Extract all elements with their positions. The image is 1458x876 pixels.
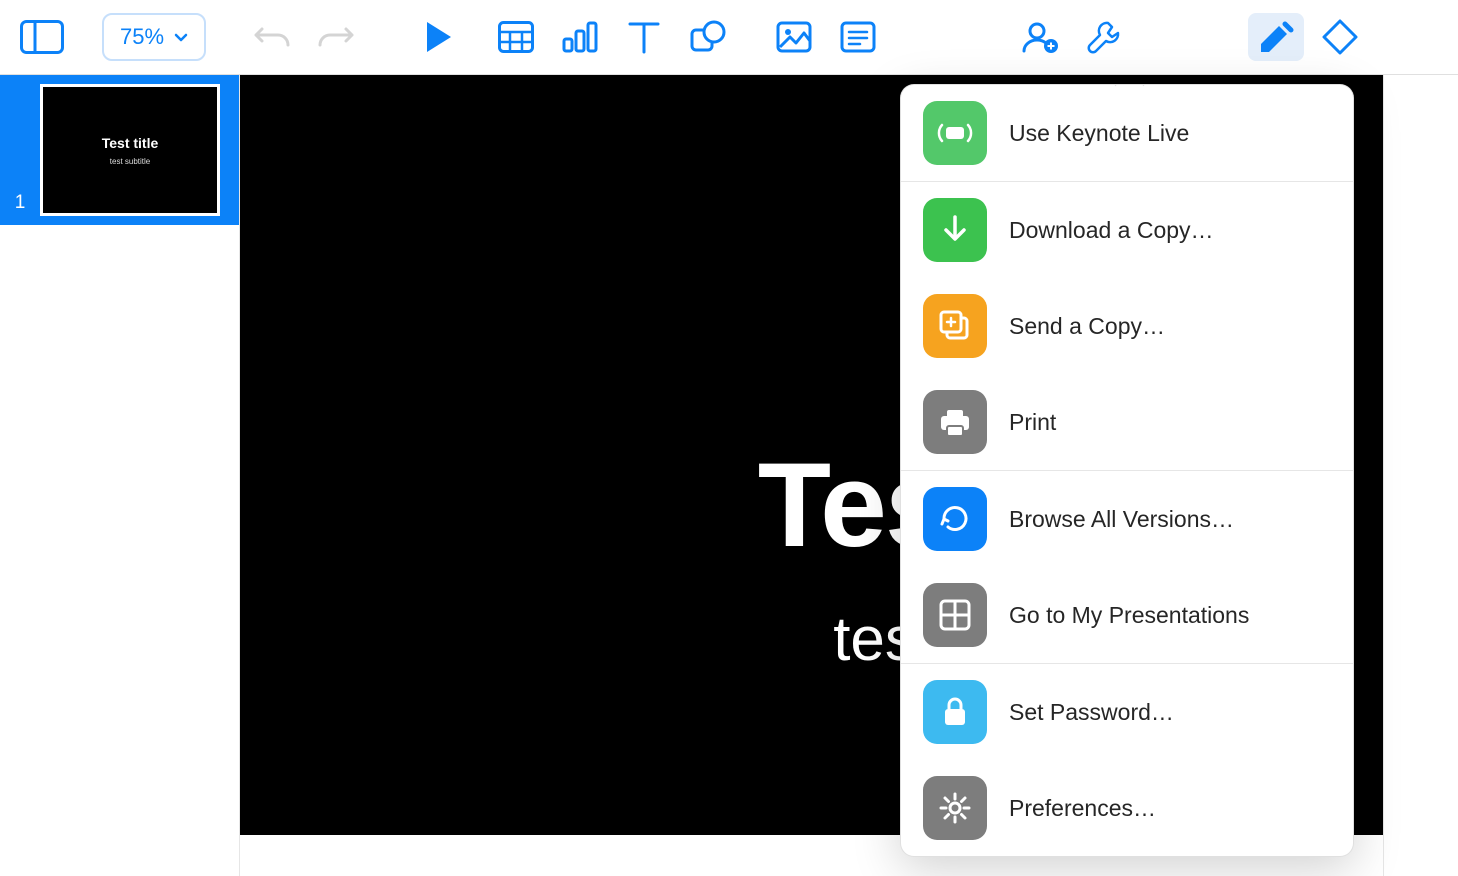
slide-navigator: 1 Test title test subtitle	[0, 75, 240, 876]
zoom-value: 75%	[120, 24, 164, 50]
menu-label: Set Password…	[1009, 699, 1174, 726]
menu-label: Preferences…	[1009, 795, 1156, 822]
versions-icon	[923, 487, 987, 551]
text-button[interactable]	[616, 13, 672, 61]
slide-preview: Test title test subtitle	[40, 84, 220, 216]
print-icon	[923, 390, 987, 454]
menu-label: Send a Copy…	[1009, 313, 1165, 340]
shape-button[interactable]	[680, 13, 736, 61]
animate-button[interactable]	[1312, 13, 1368, 61]
play-button[interactable]	[410, 13, 466, 61]
image-button[interactable]	[766, 13, 822, 61]
menu-download-copy[interactable]: Download a Copy…	[901, 182, 1353, 278]
toolbar: 75%	[0, 0, 1458, 75]
keynote-live-icon	[923, 101, 987, 165]
thumb-title: Test title	[102, 135, 159, 151]
slide-thumbnail[interactable]: 1 Test title test subtitle	[0, 75, 239, 225]
table-button[interactable]	[488, 13, 544, 61]
collaborate-button[interactable]	[1012, 13, 1068, 61]
format-button[interactable]	[1248, 13, 1304, 61]
tools-button[interactable]	[1076, 13, 1132, 61]
tools-popover: Use Keynote Live Download a Copy… Send a…	[900, 84, 1354, 857]
menu-label: Print	[1009, 409, 1056, 436]
chart-button[interactable]	[552, 13, 608, 61]
menu-browse-versions[interactable]: Browse All Versions…	[901, 471, 1353, 567]
gear-icon	[923, 776, 987, 840]
slide-number: 1	[0, 192, 40, 214]
menu-set-password[interactable]: Set Password…	[901, 664, 1353, 760]
menu-preferences[interactable]: Preferences…	[901, 760, 1353, 856]
inspector-sidebar	[1383, 75, 1458, 876]
thumb-subtitle: test subtitle	[110, 157, 150, 166]
menu-print[interactable]: Print	[901, 374, 1353, 470]
presentations-icon	[923, 583, 987, 647]
download-icon	[923, 198, 987, 262]
menu-label: Download a Copy…	[1009, 217, 1214, 244]
menu-keynote-live[interactable]: Use Keynote Live	[901, 85, 1353, 181]
menu-label: Browse All Versions…	[1009, 506, 1234, 533]
menu-label: Use Keynote Live	[1009, 120, 1189, 147]
zoom-select[interactable]: 75%	[102, 13, 206, 61]
menu-send-copy[interactable]: Send a Copy…	[901, 278, 1353, 374]
menu-go-presentations[interactable]: Go to My Presentations	[901, 567, 1353, 663]
comment-button[interactable]	[830, 13, 886, 61]
redo-button[interactable]	[308, 13, 364, 61]
lock-icon	[923, 680, 987, 744]
chevron-down-icon	[174, 30, 188, 44]
view-button[interactable]	[14, 13, 70, 61]
menu-label: Go to My Presentations	[1009, 602, 1249, 629]
undo-button[interactable]	[244, 13, 300, 61]
send-copy-icon	[923, 294, 987, 358]
